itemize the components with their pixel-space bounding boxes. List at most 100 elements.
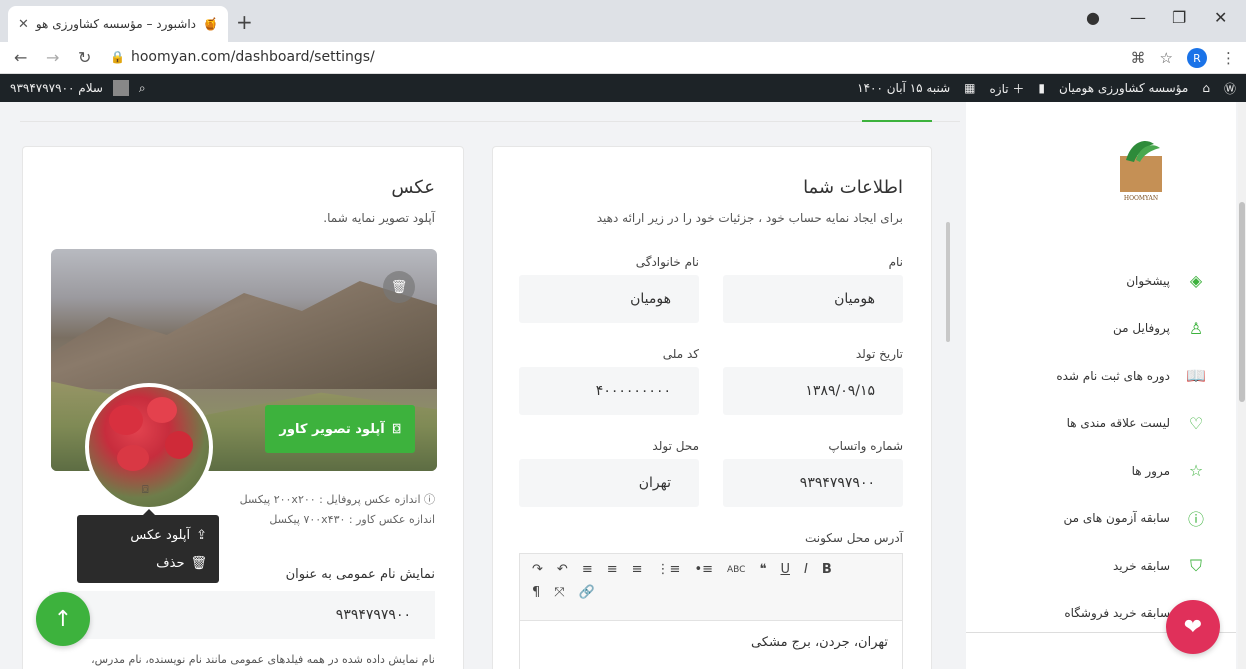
sidebar-item-label: پروفایل من <box>1113 321 1170 336</box>
browser-tab[interactable]: 🍯 داشبورد – مؤسسه کشاورزی هومیان ✕ <box>8 6 228 42</box>
wp-admin-bar: Ⓦ ⌂ مؤسسه کشاورزی هومیان ▮ ＋ تازه ▦ شنبه… <box>0 74 1246 102</box>
browser-tab-bar: 🍯 داشبورد – مؤسسه کشاورزی هومیان ✕ + ● —… <box>0 0 1246 42</box>
hoomyan-logo[interactable]: HOOMYAN <box>1106 132 1176 202</box>
public-name-label: نمایش نام عمومی به عنوان <box>285 567 435 582</box>
settings-tabs <box>20 102 960 122</box>
fullscreen-icon[interactable]: ⤧ <box>554 585 564 600</box>
search-icon[interactable]: ⌕ <box>139 81 146 96</box>
bullet-list-icon[interactable]: •≡ <box>694 562 713 577</box>
lock-icon: 🔒 <box>110 50 125 64</box>
delete-cover-button[interactable]: 🗑 <box>383 271 415 303</box>
popover-delete-item[interactable]: 🗑 حذف <box>89 549 207 577</box>
user-avatar[interactable] <box>112 80 129 96</box>
url-text: hoomyan.com/dashboard/settings/ <box>130 49 375 65</box>
book-open-icon: 📖 <box>1186 366 1206 386</box>
menu-kebab-icon[interactable]: ⋮ <box>1221 49 1236 67</box>
sidebar-menu: ◈ پیشخوان ♙ پروفایل من 📖 دوره های ثبت نا… <box>966 257 1236 637</box>
reload-icon[interactable]: ↻ <box>78 48 91 67</box>
redo-icon[interactable]: ↷ <box>532 562 543 577</box>
undo-icon[interactable]: ↶ <box>557 562 568 577</box>
quote-icon[interactable]: ❝ <box>759 562 766 577</box>
chat-widget-button[interactable]: ❤ <box>1166 600 1220 654</box>
camera-icon: ⌼ <box>392 421 401 437</box>
link-icon[interactable]: 🔗 <box>579 585 595 600</box>
sidebar-item-purchase-history[interactable]: ⛉ سابقه خرید <box>966 542 1236 590</box>
profile-avatar[interactable]: R <box>1187 48 1207 68</box>
upload-cover-label: آپلود تصویر کاور <box>279 421 385 437</box>
new-tab-icon[interactable]: + <box>236 10 253 34</box>
sidebar-item-reviews[interactable]: ☆ مرور ها <box>966 447 1236 495</box>
back-icon[interactable]: ← <box>14 48 27 67</box>
bold-icon[interactable]: B <box>822 562 832 577</box>
url-field[interactable]: 🔒 hoomyan.com/dashboard/settings/ <box>110 49 375 65</box>
last-name-field[interactable]: هومیان <box>519 275 699 323</box>
arrow-up-icon: ↑ <box>53 606 73 632</box>
align-center-icon[interactable]: ≡ <box>607 562 618 577</box>
upload-cover-button[interactable]: ⌼ آپلود تصویر کاور <box>265 405 415 453</box>
site-name-link[interactable]: مؤسسه کشاورزی هومیان <box>1059 81 1188 95</box>
star-icon: ☆ <box>1188 461 1204 481</box>
translate-icon[interactable]: ⌘ <box>1131 49 1146 67</box>
restore-icon[interactable]: ❐ <box>1172 8 1186 27</box>
underline-icon[interactable]: U <box>780 562 790 577</box>
first-name-label: نام <box>888 255 903 269</box>
birth-place-field[interactable]: تهران <box>519 459 699 507</box>
comments-icon[interactable]: ▮ <box>1038 81 1045 95</box>
sidebar-item-wishlist[interactable]: ♡ لیست علاقه مندی ها <box>966 400 1236 448</box>
sidebar-item-label: دوره های ثبت نام شده <box>1056 368 1170 383</box>
close-window-icon[interactable]: ✕ <box>1214 8 1227 27</box>
record-icon[interactable]: ● <box>1086 8 1100 27</box>
new-content-link[interactable]: ＋ تازه <box>989 80 1024 97</box>
sidebar-item-profile[interactable]: ♙ پروفایل من <box>966 305 1236 353</box>
change-photo-camera-icon[interactable]: ⌼ <box>142 483 149 497</box>
dashboard-sidebar: HOOMYAN ◈ پیشخوان ♙ پروفایل من 📖 دوره ها… <box>966 102 1236 669</box>
sidebar-item-enrolled-courses[interactable]: 📖 دوره های ثبت نام شده <box>966 352 1236 400</box>
photo-options-popover: ⇪ آپلود عکس 🗑 حذف <box>77 509 219 583</box>
user-icon: ♙ <box>1188 318 1204 338</box>
profile-size-text: اندازه عکس پروفایل : ۲۰۰x۲۰۰ پیکسل <box>239 493 421 506</box>
strikethrough-icon[interactable]: ABC <box>727 565 745 575</box>
sidebar-item-label: سابقه آزمون های من <box>1063 511 1170 526</box>
help-circle-icon: ⓘ <box>1188 510 1205 530</box>
ordered-list-icon[interactable]: ⋮≡ <box>657 562 681 577</box>
upload-icon: ⇪ <box>196 527 207 543</box>
first-name-field[interactable]: هومیان <box>723 275 903 323</box>
wordpress-logo-icon[interactable]: Ⓦ <box>1224 80 1236 97</box>
window-scrollbar[interactable] <box>1238 102 1246 669</box>
page-content: اطلاعات شما برای ایجاد نمایه حساب خود ، … <box>0 102 1246 669</box>
last-name-label: نام خانوادگی <box>635 255 699 269</box>
inner-scrollbar[interactable] <box>946 222 950 342</box>
greeting-text[interactable]: سلام ۹۳۹۴۷۹۷۹۰۰ <box>10 81 103 95</box>
photo-subtitle: آپلود تصویر نمایه شما. <box>323 211 435 225</box>
minimize-icon[interactable]: — <box>1130 8 1146 27</box>
national-id-field[interactable]: ۴۰۰۰۰۰۰۰۰۰ <box>519 367 699 415</box>
sidebar-item-label: سابقه خرید <box>1112 558 1170 573</box>
sidebar-item-label: سابقه خرید فروشگاه <box>1064 606 1170 621</box>
site-home-icon[interactable]: ⌂ <box>1202 81 1210 95</box>
profile-info-card: اطلاعات شما برای ایجاد نمایه حساب خود ، … <box>492 146 932 669</box>
site-favicon-icon: 🍯 <box>203 17 218 31</box>
whatsapp-label: شماره واتساپ <box>828 439 903 453</box>
sidebar-item-dashboard[interactable]: ◈ پیشخوان <box>966 257 1236 305</box>
whatsapp-field[interactable]: ۹۳۹۴۷۹۷۹۰۰ <box>723 459 903 507</box>
italic-icon[interactable]: I <box>804 562 808 577</box>
scroll-top-button[interactable]: ↑ <box>36 592 90 646</box>
address-editor-body[interactable]: تهران، جردن، برج مشکی <box>519 621 903 669</box>
rtl-direction-icon[interactable]: ¶ <box>532 585 540 600</box>
sidebar-item-label: لیست علاقه مندی ها <box>1066 416 1170 431</box>
tab-profile-active[interactable] <box>862 102 932 122</box>
align-left-icon[interactable]: ≡ <box>632 562 643 577</box>
bookmark-star-icon[interactable]: ☆ <box>1160 49 1173 67</box>
sidebar-item-label: پیشخوان <box>1126 273 1170 288</box>
info-subtitle: برای ایجاد نمایه حساب خود ، جزئیات خود ر… <box>596 211 903 225</box>
profile-photo[interactable] <box>85 383 213 511</box>
close-tab-icon[interactable]: ✕ <box>18 17 29 32</box>
sidebar-item-quiz-attempts[interactable]: ⓘ سابقه آزمون های من <box>966 495 1236 543</box>
public-name-select[interactable]: ۹۳۹۴۷۹۷۹۰۰ <box>49 591 435 639</box>
forward-icon[interactable]: → <box>46 48 59 67</box>
popover-upload-item[interactable]: ⇪ آپلود عکس <box>89 521 207 549</box>
address-editor-toolbar: ↷ ↶ ≡ ≡ ≡ ⋮≡ •≡ ABC ❝ U I B ¶ ⤧ 🔗 <box>519 553 903 621</box>
birth-date-field[interactable]: ۱۳۸۹/۰۹/۱۵ <box>723 367 903 415</box>
align-right-icon[interactable]: ≡ <box>582 562 593 577</box>
cover-size-info: اندازه عکس کاور : ۷۰۰x۴۳۰ پیکسل <box>269 513 435 526</box>
